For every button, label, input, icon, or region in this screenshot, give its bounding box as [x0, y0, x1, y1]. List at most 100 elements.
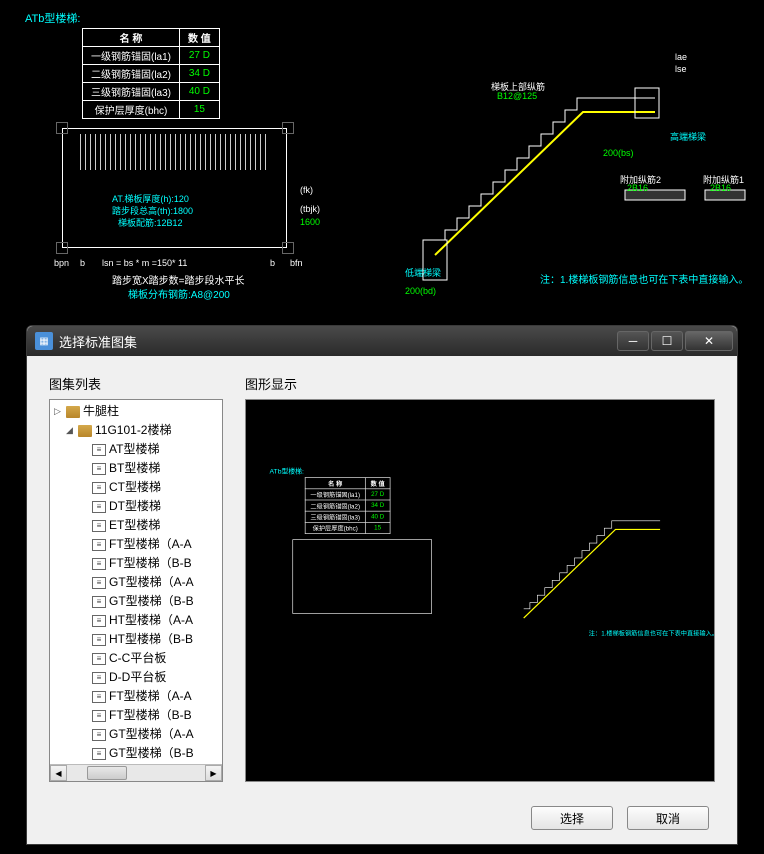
document-icon: ≡: [92, 615, 106, 627]
label-distdesc: 梯板分布钢筋:A8@200: [128, 286, 230, 301]
tree-leaf-item[interactable]: ≡FT型楼梯（A-A: [52, 687, 220, 706]
document-icon: ≡: [92, 748, 106, 760]
row-val: 15: [180, 101, 220, 119]
document-icon: ≡: [92, 501, 106, 513]
tree-leaf-item[interactable]: ≡BT型楼梯: [52, 459, 220, 478]
cancel-button[interactable]: 取消: [627, 806, 709, 830]
tree-leaf-item[interactable]: ≡GT型楼梯（A-A: [52, 573, 220, 592]
label-lse: lse: [675, 64, 687, 74]
tree-leaf-item[interactable]: ≡AT型楼梯: [52, 440, 220, 459]
label-lsn: lsn = bs * m =150* 11: [102, 258, 187, 268]
document-icon: ≡: [92, 539, 106, 551]
tree-container: ▷ 牛腿柱 ◢ 11G101-2楼梯 ≡AT型楼梯≡BT型楼梯≡CT型楼梯≡DT…: [49, 399, 223, 782]
tree-leaf-item[interactable]: ≡FT型楼梯（B-B: [52, 554, 220, 573]
tree-leaf-item[interactable]: ≡D-D平台板: [52, 668, 220, 687]
dialog-footer: 选择 取消: [27, 794, 737, 842]
tree-label: BT型楼梯: [109, 459, 160, 478]
book-icon: [78, 425, 92, 437]
row-val: 40 D: [180, 83, 220, 101]
document-icon: ≡: [92, 444, 106, 456]
label-note: 注：1.楼梯板钢筋信息也可在下表中直接输入。: [540, 271, 748, 286]
tree-label: GT型楼梯（A-A: [109, 725, 194, 744]
atlas-tree-panel: 图集列表 ▷ 牛腿柱 ◢ 11G101-2楼梯 ≡AT型楼梯≡BT型楼梯≡CT型…: [49, 374, 223, 782]
document-icon: ≡: [92, 558, 106, 570]
tree-label: 11G101-2楼梯: [95, 421, 171, 440]
cad-drawing-area: ATb型楼梯: 名 称 数 值 一级钢筋锚固(la1)27 D 二级钢筋锚固(l…: [0, 0, 764, 310]
horizontal-scrollbar[interactable]: ◀ ▶: [50, 764, 222, 781]
scroll-thumb[interactable]: [87, 766, 127, 780]
collapse-icon[interactable]: ◢: [66, 421, 76, 440]
document-icon: ≡: [92, 691, 106, 703]
label-rebar: 梯板配筋:12B12: [118, 216, 183, 229]
select-button[interactable]: 选择: [531, 806, 613, 830]
label-tbjk: (tbjk): [300, 204, 320, 214]
preview-viewport[interactable]: ATb型楼梯: 名 称数 值 一级钢筋锚固(la1)27 D 二级钢筋锚固(la…: [245, 399, 715, 782]
tree-leaf-item[interactable]: ≡GT型楼梯（B-B: [52, 592, 220, 611]
tree-leaf-item[interactable]: ≡C-C平台板: [52, 649, 220, 668]
tree-label: D-D平台板: [109, 668, 166, 687]
row-name: 二级钢筋锚固(la2): [83, 65, 180, 83]
document-icon: ≡: [92, 596, 106, 608]
close-button[interactable]: ✕: [685, 331, 733, 351]
label-bfn: bfn: [290, 258, 303, 268]
expand-icon[interactable]: ▷: [54, 402, 64, 421]
label-fk: (fk): [300, 185, 313, 195]
tree-label: HT型楼梯（A-A: [109, 611, 193, 630]
app-icon: ▦: [35, 332, 53, 350]
label-lowbeam: 低端梯梁: [405, 266, 441, 279]
scroll-left-button[interactable]: ◀: [50, 765, 67, 781]
preview-thumbnail: ATb型楼梯: 名 称数 值 一级钢筋锚固(la1)27 D 二级钢筋锚固(la…: [254, 460, 715, 652]
maximize-button[interactable]: ☐: [651, 331, 683, 351]
label-b: b: [80, 258, 85, 268]
row-val: 27 D: [180, 47, 220, 65]
tree-leaf-item[interactable]: ≡DT型楼梯: [52, 497, 220, 516]
th-value: 数 值: [180, 29, 220, 47]
book-icon: [66, 406, 80, 418]
tree-label: HT型楼梯（B-B: [109, 630, 193, 649]
tree-label: AT型楼梯: [109, 440, 159, 459]
th-name: 名 称: [83, 29, 180, 47]
row-val: 34 D: [180, 65, 220, 83]
tree-label: 牛腿柱: [83, 402, 119, 421]
row-name: 保护层厚度(bhc): [83, 101, 180, 119]
tree-leaf-item[interactable]: ≡HT型楼梯（A-A: [52, 611, 220, 630]
row-name: 三级钢筋锚固(la3): [83, 83, 180, 101]
tree-label: GT型楼梯（B-B: [109, 592, 194, 611]
label-stepdesc: 踏步宽X踏步数=踏步段水平长: [112, 272, 245, 287]
tree-label: FT型楼梯（A-A: [109, 687, 192, 706]
tree-label: FT型楼梯（B-B: [109, 706, 192, 725]
tree-label: GT型楼梯（A-A: [109, 573, 194, 592]
document-icon: ≡: [92, 577, 106, 589]
tree-leaf-item[interactable]: ≡FT型楼梯（A-A: [52, 535, 220, 554]
label-highbeam: 高端梯梁: [670, 130, 706, 143]
tree-label: FT型楼梯（A-A: [109, 535, 192, 554]
tree-leaf-item[interactable]: ≡CT型楼梯: [52, 478, 220, 497]
tree-root-item[interactable]: ▷ 牛腿柱: [52, 402, 220, 421]
dialog-titlebar[interactable]: ▦ 选择标准图集 ─ ☐ ✕: [27, 326, 737, 356]
tree-leaf-item[interactable]: ≡HT型楼梯（B-B: [52, 630, 220, 649]
dialog-title: 选择标准图集: [59, 332, 137, 351]
document-icon: ≡: [92, 729, 106, 741]
minimize-button[interactable]: ─: [617, 331, 649, 351]
tree-leaf-item[interactable]: ≡FT型楼梯（B-B: [52, 706, 220, 725]
stair-plan-view: AT.梯板厚度(h):120 踏步段总高(th):1800 梯板配筋:12B12: [50, 120, 300, 275]
tree-leaf-item[interactable]: ≡GT型楼梯（A-A: [52, 725, 220, 744]
label-200be: 200(bs): [603, 148, 634, 158]
tree-leaf-item[interactable]: ≡ET型楼梯: [52, 516, 220, 535]
tree-root-item[interactable]: ◢ 11G101-2楼梯: [52, 421, 220, 440]
cad-title: ATb型楼梯:: [25, 10, 80, 26]
tree-label: CT型楼梯: [109, 478, 161, 497]
preview-panel: 图形显示 ATb型楼梯: 名 称数 值 一级钢筋锚固(la1)27 D 二级钢筋…: [245, 374, 715, 782]
label-200bd: 200(bd): [405, 286, 436, 296]
tree-label: ET型楼梯: [109, 516, 160, 535]
document-icon: ≡: [92, 482, 106, 494]
tree-panel-title: 图集列表: [49, 374, 223, 393]
label-1600: 1600: [300, 217, 320, 227]
tree-label: FT型楼梯（B-B: [109, 554, 192, 573]
tree-leaf-item[interactable]: ≡GT型楼梯（B-B: [52, 744, 220, 763]
row-name: 一级钢筋锚固(la1): [83, 47, 180, 65]
tree-label: GT型楼梯（B-B: [109, 744, 194, 763]
scroll-right-button[interactable]: ▶: [205, 765, 222, 781]
document-icon: ≡: [92, 634, 106, 646]
label-b2: b: [270, 258, 275, 268]
